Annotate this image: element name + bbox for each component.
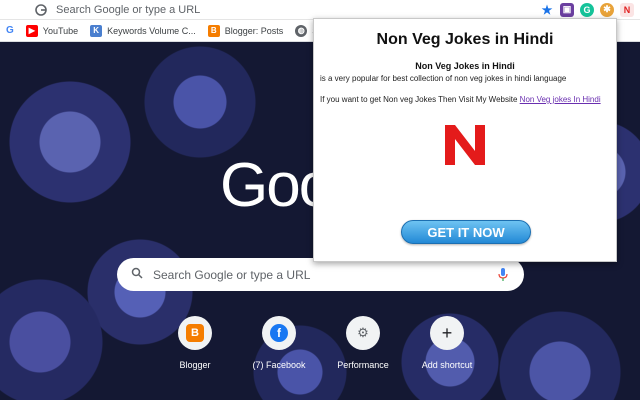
popup-cta: If you want to get Non veg Jokes Then Vi… (320, 94, 610, 105)
puzzle-extension-icon[interactable]: ✱ (600, 2, 614, 17)
omnibox-bar: Search Google or type a URL ★ ▣ G ✱ N (0, 0, 640, 20)
bookmark-youtube[interactable]: ▶ YouTube (25, 24, 79, 37)
grammarly-icon[interactable]: G (580, 2, 594, 17)
popup-subtitle: Non Veg Jokes in Hindi (415, 61, 515, 71)
bookmark-blogger[interactable]: B Blogger: Posts (207, 24, 284, 37)
shortcut-label: Add shortcut (421, 360, 473, 370)
keywords-icon: K (90, 24, 103, 37)
shortcut-performance[interactable]: ⚙ Performance (328, 316, 398, 370)
bookmark-label: Blogger: Posts (224, 25, 284, 36)
shortcut-tiles: B Blogger f (7) Facebook ⚙ Performance +… (160, 316, 482, 370)
popup-cta-text: If you want to get Non veg Jokes Then Vi… (320, 95, 518, 104)
facebook-icon: f (270, 324, 288, 342)
shortcut-facebook[interactable]: f (7) Facebook (244, 316, 314, 370)
plus-icon: + (441, 322, 453, 343)
omnibox-input[interactable]: Search Google or type a URL (56, 4, 540, 16)
extension-toolbar: ★ ▣ G ✱ N (540, 2, 634, 17)
star-icon[interactable]: ★ (540, 3, 554, 17)
shortcut-circle: f (262, 316, 296, 350)
popup-title: Non Veg Jokes in Hindi (376, 31, 554, 48)
extension-popup: Non Veg Jokes in Hindi Non Veg Jokes in … (313, 18, 617, 262)
blogger-icon: B (207, 24, 220, 37)
n-logo-icon (435, 119, 495, 171)
bookmark-label: YouTube (42, 25, 79, 36)
extension-1-icon[interactable]: ▣ (560, 2, 574, 17)
shortcut-add[interactable]: + Add shortcut (412, 316, 482, 370)
shortcut-circle: + (430, 316, 464, 350)
search-icon (131, 266, 143, 284)
popup-description: is a very popular for best collection of… (320, 74, 567, 83)
shortcut-label: (7) Facebook (252, 360, 306, 370)
blogger-icon: B (186, 324, 204, 342)
popup-website-link[interactable]: Non Veg jokes In Hindi (520, 95, 601, 104)
bookmark-keywords[interactable]: K Keywords Volume C... (90, 24, 196, 37)
n-extension-icon[interactable]: N (620, 2, 634, 17)
youtube-icon: ▶ (25, 24, 38, 37)
globe-icon: ◍ (295, 24, 308, 37)
bookmark-label: Keywords Volume C... (107, 25, 196, 36)
get-it-now-button[interactable]: GET IT NOW (401, 220, 531, 244)
shortcut-label: Blogger (179, 360, 211, 370)
apps-google-icon[interactable]: G (6, 25, 14, 36)
performance-icon: ⚙ (357, 325, 369, 340)
shortcut-blogger[interactable]: B Blogger (160, 316, 230, 370)
shortcut-circle: B (178, 316, 212, 350)
ntp-search-box[interactable]: Search Google or type a URL (117, 258, 524, 291)
microphone-icon[interactable] (496, 267, 510, 282)
google-g-icon (34, 3, 48, 17)
shortcut-circle: ⚙ (346, 316, 380, 350)
shortcut-label: Performance (337, 360, 389, 370)
ntp-search-input[interactable]: Search Google or type a URL (153, 268, 496, 282)
